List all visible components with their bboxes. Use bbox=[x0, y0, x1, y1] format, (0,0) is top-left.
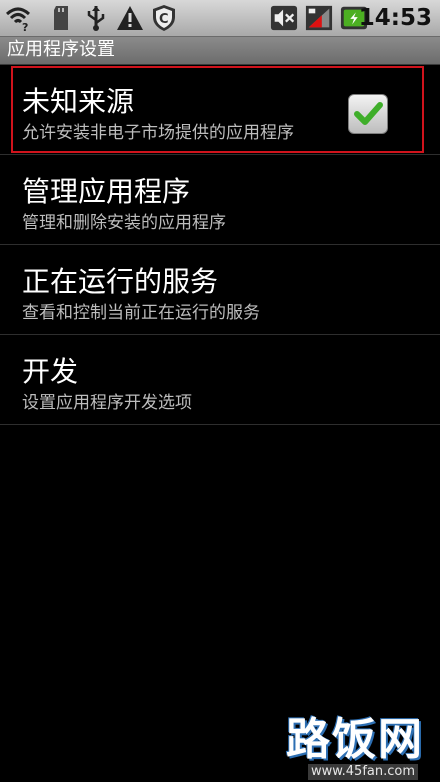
pref-running-services[interactable]: 正在运行的服务 查看和控制当前正在运行的服务 bbox=[0, 245, 440, 335]
pref-title: 开发 bbox=[22, 355, 79, 388]
pref-manage-applications[interactable]: 管理应用程序 管理和删除安装的应用程序 bbox=[0, 155, 440, 245]
signal-icon bbox=[305, 4, 333, 32]
mute-icon bbox=[270, 4, 298, 32]
pref-summary: 查看和控制当前正在运行的服务 bbox=[22, 303, 260, 323]
status-bar: ? C 14:53 bbox=[0, 0, 440, 37]
pref-summary: 允许安装非电子市场提供的应用程序 bbox=[22, 123, 294, 143]
shield-icon: C bbox=[150, 4, 178, 32]
watermark-logo: 路饭网 bbox=[286, 714, 424, 765]
unknown-sources-checkbox[interactable] bbox=[348, 94, 388, 134]
watermark: 路饭网 www.45fan.com bbox=[260, 716, 440, 782]
warning-icon bbox=[116, 4, 144, 32]
page-title: 应用程序设置 bbox=[7, 39, 115, 60]
wifi-question-icon: ? bbox=[4, 4, 32, 32]
pref-summary: 管理和删除安装的应用程序 bbox=[22, 213, 226, 233]
status-time: 14:53 bbox=[358, 5, 432, 31]
usb-icon bbox=[82, 4, 110, 32]
check-icon bbox=[354, 102, 383, 125]
pref-title: 正在运行的服务 bbox=[22, 265, 219, 298]
watermark-url: www.45fan.com bbox=[307, 764, 418, 780]
pref-unknown-sources[interactable]: 未知来源 允许安装非电子市场提供的应用程序 bbox=[0, 65, 440, 155]
svg-text:C: C bbox=[159, 12, 169, 27]
svg-text:?: ? bbox=[22, 21, 28, 32]
title-bar: 应用程序设置 bbox=[0, 37, 440, 65]
preference-list: 未知来源 允许安装非电子市场提供的应用程序 管理应用程序 管理和删除安装的应用程… bbox=[0, 65, 440, 425]
pref-summary: 设置应用程序开发选项 bbox=[22, 393, 192, 413]
pref-title: 管理应用程序 bbox=[22, 175, 191, 208]
sd-card-icon bbox=[48, 4, 76, 32]
pref-development[interactable]: 开发 设置应用程序开发选项 bbox=[0, 335, 440, 425]
pref-title: 未知来源 bbox=[22, 85, 135, 118]
